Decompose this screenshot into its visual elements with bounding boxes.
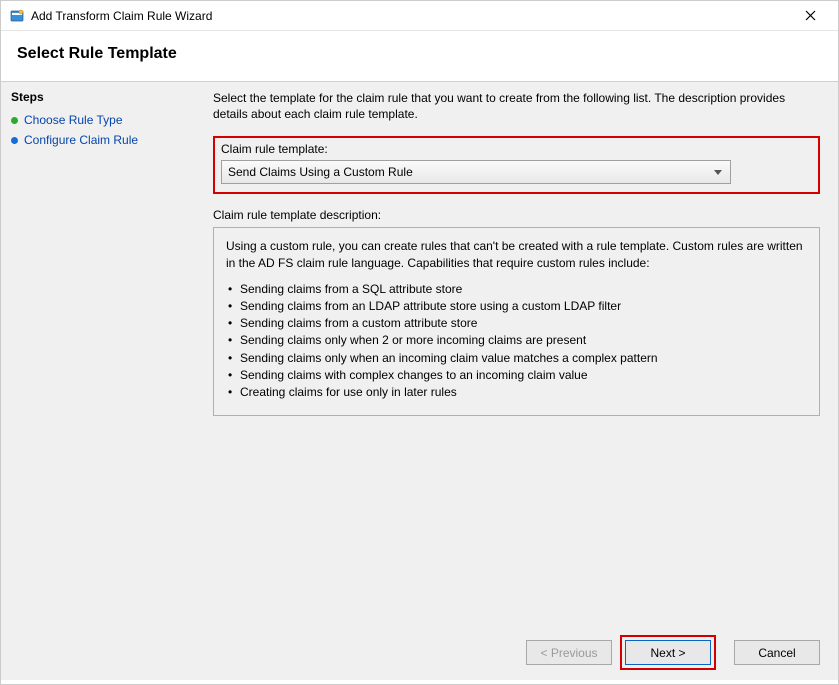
close-icon xyxy=(805,10,816,21)
wizard-icon xyxy=(9,8,25,24)
step-label: Choose Rule Type xyxy=(24,113,123,127)
intro-text: Select the template for the claim rule t… xyxy=(213,90,820,122)
list-item: Sending claims from an LDAP attribute st… xyxy=(232,298,807,314)
description-box: Using a custom rule, you can create rule… xyxy=(213,227,820,416)
page-header: Select Rule Template xyxy=(1,31,838,81)
previous-button: < Previous xyxy=(526,640,612,665)
list-item: Creating claims for use only in later ru… xyxy=(232,384,807,400)
footer-buttons: < Previous Next > Cancel xyxy=(526,635,820,670)
template-select-wrap: Send Claims Using a Custom Rule xyxy=(221,160,731,184)
list-item: Sending claims from a custom attribute s… xyxy=(232,315,807,331)
step-choose-rule-type[interactable]: Choose Rule Type xyxy=(11,110,189,130)
template-highlight: Claim rule template: Send Claims Using a… xyxy=(213,136,820,194)
template-label: Claim rule template: xyxy=(221,142,812,156)
main-area: Steps Choose Rule Type Configure Claim R… xyxy=(1,81,838,680)
step-configure-claim-rule[interactable]: Configure Claim Rule xyxy=(11,130,189,150)
description-intro: Using a custom rule, you can create rule… xyxy=(226,238,807,270)
claim-rule-template-select[interactable]: Send Claims Using a Custom Rule xyxy=(221,160,731,184)
next-highlight: Next > xyxy=(620,635,716,670)
step-done-icon xyxy=(11,117,18,124)
list-item: Sending claims only when 2 or more incom… xyxy=(232,332,807,348)
template-selected-value: Send Claims Using a Custom Rule xyxy=(228,165,413,179)
next-button[interactable]: Next > xyxy=(625,640,711,665)
list-item: Sending claims only when an incoming cla… xyxy=(232,350,807,366)
close-button[interactable] xyxy=(790,2,830,30)
description-list: Sending claims from a SQL attribute stor… xyxy=(226,281,807,400)
step-current-icon xyxy=(11,137,18,144)
content-panel: Select the template for the claim rule t… xyxy=(199,82,838,680)
cancel-button[interactable]: Cancel xyxy=(734,640,820,665)
cancel-wrap: Cancel xyxy=(734,640,820,665)
titlebar: Add Transform Claim Rule Wizard xyxy=(1,1,838,31)
steps-sidebar: Steps Choose Rule Type Configure Claim R… xyxy=(1,82,199,680)
window-title: Add Transform Claim Rule Wizard xyxy=(31,9,790,23)
step-label: Configure Claim Rule xyxy=(24,133,138,147)
list-item: Sending claims from a SQL attribute stor… xyxy=(232,281,807,297)
page-title: Select Rule Template xyxy=(17,45,822,63)
list-item: Sending claims with complex changes to a… xyxy=(232,367,807,383)
steps-heading: Steps xyxy=(11,90,189,104)
description-label: Claim rule template description: xyxy=(213,208,820,222)
